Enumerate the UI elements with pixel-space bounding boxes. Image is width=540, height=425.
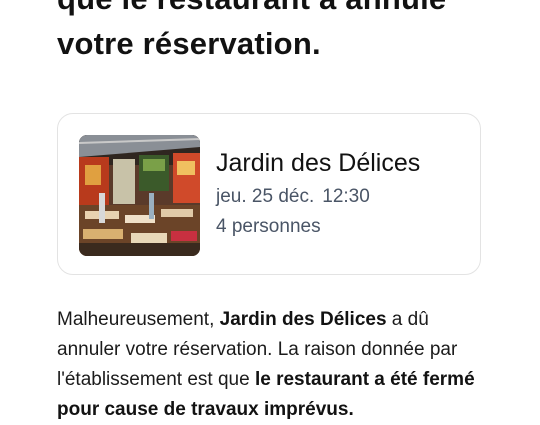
reservation-card[interactable]: Jardin des Délices jeu. 25 déc. 12:30 4 p… — [57, 113, 481, 275]
restaurant-photo — [79, 135, 200, 256]
message-intro: Malheureusement, — [57, 309, 220, 330]
headline-line-2: votre réservation. — [57, 26, 321, 61]
reservation-datetime: jeu. 25 déc. 12:30 — [216, 186, 370, 208]
restaurant-name: Jardin des Délices — [216, 149, 421, 177]
message-restaurant-name: Jardin des Délices — [219, 309, 387, 330]
headline-line-1: que le restaurant a annulé — [57, 0, 527, 21]
cancellation-headline: que le restaurant a annulé votre réserva… — [57, 0, 527, 66]
reservation-time: 12:30 — [322, 186, 370, 207]
message-reason: le restaurant a été — [254, 369, 418, 390]
cancellation-message: Malheureusement, Jardin des Délices a dû… — [57, 305, 497, 425]
reservation-party-size: 4 personnes — [216, 216, 321, 237]
reservation-date: jeu. 25 déc. — [216, 186, 315, 207]
